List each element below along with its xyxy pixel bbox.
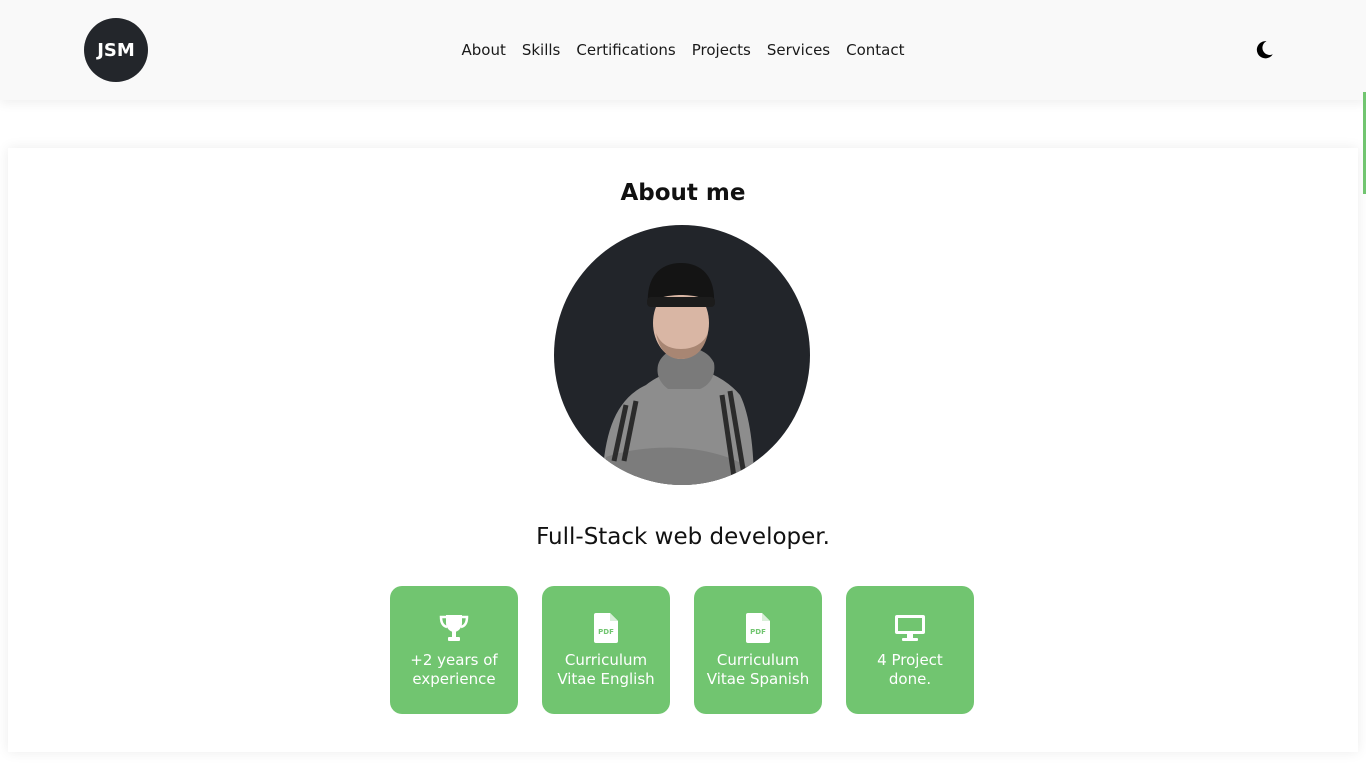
theme-toggle-button[interactable] [1252,38,1276,62]
projects-card[interactable]: 4 Project done. [846,586,974,714]
cv-spanish-label: Curriculum Vitae Spanish [706,651,810,688]
logo[interactable]: JSM [84,18,148,82]
svg-text:PDF: PDF [598,628,614,636]
nav-certifications[interactable]: Certifications [576,41,675,59]
cv-english-label: Curriculum Vitae English [557,651,655,688]
nav-skills[interactable]: Skills [522,41,561,59]
cv-english-card[interactable]: PDF Curriculum Vitae English [542,586,670,714]
svg-text:PDF: PDF [750,628,766,636]
about-section: About me Full-Stack web developer. +2 ye… [8,148,1358,752]
nav-projects[interactable]: Projects [692,41,751,59]
site-header: JSM About Skills Certifications Projects… [0,0,1366,100]
monitor-icon [893,611,927,645]
main-nav: About Skills Certifications Projects Ser… [0,0,1366,100]
nav-about[interactable]: About [461,41,505,59]
nav-services[interactable]: Services [767,41,830,59]
pdf-file-icon: PDF [589,611,623,645]
logo-text: JSM [97,39,135,61]
experience-label: +2 years of experience [410,651,498,688]
experience-card[interactable]: +2 years of experience [390,586,518,714]
pdf-file-icon: PDF [741,611,775,645]
avatar [554,225,810,485]
nav-contact[interactable]: Contact [846,41,904,59]
info-cards: +2 years of experience PDF Curriculum Vi… [390,586,974,714]
cv-spanish-card[interactable]: PDF Curriculum Vitae Spanish [694,586,822,714]
section-title: About me [620,180,746,206]
role-headline: Full-Stack web developer. [536,524,830,550]
trophy-icon [437,611,471,645]
projects-label: 4 Project done. [877,651,943,688]
profile-photo [602,263,754,485]
moon-icon [1256,41,1273,59]
